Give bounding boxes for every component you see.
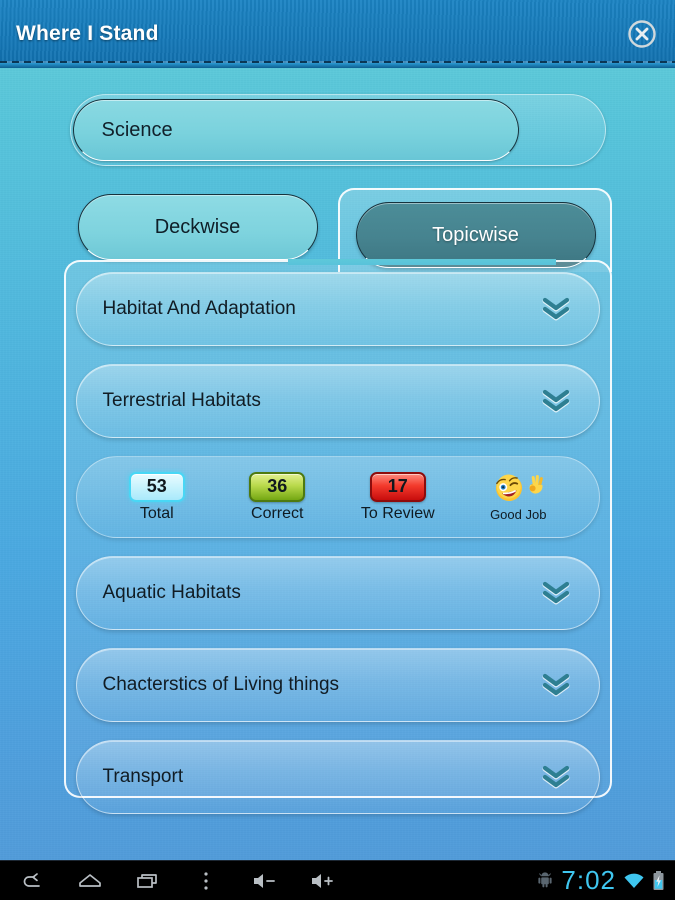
chevron-double-down-icon[interactable] (539, 670, 573, 700)
stat-total: 53 Total (97, 471, 218, 523)
list-item-label: Transport (102, 766, 184, 787)
table-row[interactable]: Transport (75, 740, 600, 814)
subject-select[interactable]: Science (72, 99, 519, 161)
app-root: Where I Stand Science Deckwise Topicwise (0, 0, 675, 900)
home-icon[interactable] (76, 868, 104, 894)
tab-bar: Deckwise Topicwise (64, 188, 612, 272)
correct-badge: 36 (249, 471, 306, 502)
table-row[interactable]: Habitat And Adaptation (75, 272, 600, 346)
volume-down-icon[interactable] (250, 868, 278, 894)
panel-seam (287, 259, 556, 265)
table-row[interactable]: Aquatic Habitats (75, 556, 600, 630)
to-review-label: To Review (360, 504, 435, 522)
topic-list-panel: Habitat And Adaptation Terrestrial Habit… (63, 259, 612, 814)
android-navbar: 7:02 (0, 860, 675, 900)
android-robot-icon (536, 871, 554, 890)
battery-charging-icon (652, 870, 665, 892)
list-item-label: Habitat And Adaptation (102, 298, 296, 319)
chevron-double-down-icon[interactable] (539, 762, 573, 792)
back-icon[interactable] (18, 868, 46, 894)
overflow-menu-icon[interactable] (192, 868, 220, 894)
table-row[interactable]: Chacterstics of Living things (75, 648, 600, 722)
wifi-icon (623, 871, 645, 891)
winking-face-emoji (488, 472, 548, 504)
app-header: Where I Stand (0, 0, 675, 68)
volume-up-icon[interactable] (308, 868, 336, 894)
status-time: 7:02 (561, 865, 616, 895)
chevron-double-down-icon[interactable] (539, 578, 573, 608)
recent-apps-icon[interactable] (134, 868, 162, 894)
stat-to-review: 17 To Review (338, 471, 459, 523)
table-row[interactable]: Terrestrial Habitats (75, 364, 600, 438)
close-icon[interactable] (625, 17, 659, 51)
total-label: Total (139, 504, 174, 522)
list-item-label: Terrestrial Habitats (102, 390, 261, 411)
stat-correct: 36 Correct (217, 471, 338, 523)
correct-label: Correct (251, 504, 304, 522)
list-item-label: Chacterstics of Living things (102, 674, 340, 695)
list-item-label: Aquatic Habitats (102, 582, 241, 603)
tab-topicwise-label: Topicwise (432, 223, 519, 246)
main-content: Science Deckwise Topicwise Habitat And A… (0, 68, 675, 860)
page-title: Where I Stand (16, 22, 159, 45)
feedback-label: Good Job (490, 507, 547, 522)
stat-feedback: Good Job (458, 472, 579, 522)
total-badge: 53 (128, 471, 185, 502)
status-bar: 7:02 (536, 865, 675, 896)
chevron-double-down-icon[interactable] (539, 294, 573, 324)
header-seam (0, 63, 675, 68)
navbar-buttons (0, 868, 336, 894)
chevron-double-down-icon[interactable] (539, 386, 573, 416)
to-review-badge: 17 (369, 471, 426, 502)
tab-deckwise[interactable]: Deckwise (77, 194, 318, 260)
stats-row: 53 Total 36 Correct 17 To Review Good Jo… (75, 456, 600, 538)
tab-deckwise-label: Deckwise (154, 215, 241, 238)
subject-select-frame: Science (69, 94, 606, 166)
subject-select-value: Science (101, 118, 173, 141)
